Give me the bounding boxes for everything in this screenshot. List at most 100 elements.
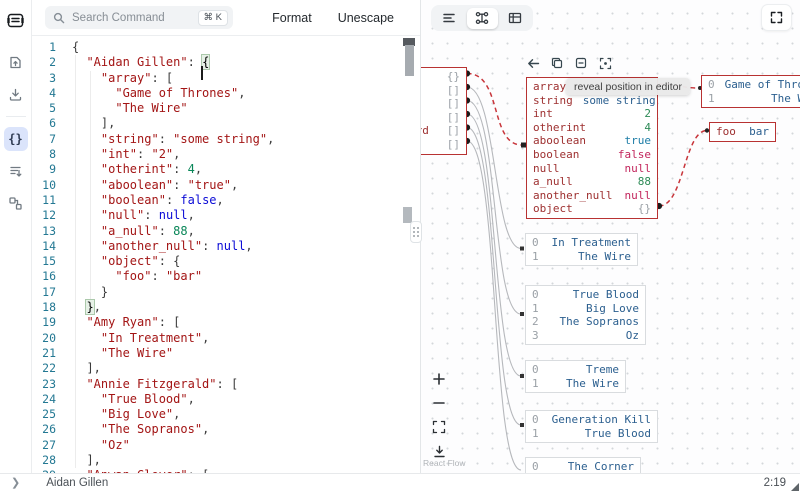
code-line[interactable]: "otherint": 4, bbox=[72, 162, 274, 177]
game-of-thrones-node[interactable]: 0Game of Thrones1The Wire bbox=[701, 75, 800, 108]
line-number: 13 bbox=[32, 224, 56, 239]
line-number: 7 bbox=[32, 132, 56, 147]
editor-header: Search Command ⌘ K Format Unescape bbox=[32, 0, 420, 36]
graph-view-icon bbox=[475, 11, 489, 25]
code-line[interactable]: "Annie Fitzgerald": [ bbox=[72, 377, 274, 392]
node-row: Alexander Skarsgard[] bbox=[421, 124, 466, 138]
code-line[interactable]: "Game of Thrones", bbox=[72, 86, 274, 101]
back-arrow-icon[interactable] bbox=[526, 56, 540, 70]
code-line[interactable]: "Big Love", bbox=[72, 407, 274, 422]
search-icon bbox=[53, 12, 65, 24]
code-line[interactable]: ], bbox=[72, 116, 274, 131]
code-line[interactable]: "null": null, bbox=[72, 208, 274, 223]
code-line[interactable]: "The Wire" bbox=[72, 346, 274, 361]
line-number: 1 bbox=[32, 40, 56, 55]
app-logo[interactable] bbox=[4, 8, 28, 32]
code-line[interactable]: "True Blood", bbox=[72, 392, 274, 407]
download-icon[interactable] bbox=[4, 82, 28, 106]
cursor-position: 2:19 bbox=[764, 477, 786, 489]
transform-nodes-icon[interactable] bbox=[4, 191, 28, 215]
zoom-out-button[interactable] bbox=[429, 394, 449, 412]
list-view-icon bbox=[442, 12, 456, 24]
code-line[interactable]: "boolean": false, bbox=[72, 193, 274, 208]
code-line[interactable]: "The Sopranos", bbox=[72, 422, 274, 437]
code-line[interactable]: }, bbox=[72, 300, 274, 315]
code-line[interactable]: "foo": "bar" bbox=[72, 269, 274, 284]
line-number: 17 bbox=[32, 285, 56, 300]
line-number: 10 bbox=[32, 178, 56, 193]
panel-resize-handle[interactable] bbox=[410, 221, 422, 243]
status-bar: ❯ Aidan Gillen 2:19 bbox=[0, 473, 800, 492]
aidan-gillen-node[interactable]: array[]stringsome stringint2otherint4abo… bbox=[526, 77, 658, 219]
code-line[interactable]: "a_null": 88, bbox=[72, 224, 274, 239]
code-line[interactable]: "object": { bbox=[72, 254, 274, 269]
collapse-node-icon[interactable] bbox=[574, 56, 588, 70]
app-window: {} Search Command ⌘ K Format U bbox=[0, 0, 800, 492]
root-object-node[interactable]: Aidan Gillen{}Amy Ryan[]Annie Fitzgerald… bbox=[421, 67, 467, 155]
line-number: 15 bbox=[32, 254, 56, 269]
code-line[interactable]: "The Wire" bbox=[72, 101, 274, 116]
sort-icon[interactable] bbox=[4, 159, 28, 183]
code-line[interactable]: "Amy Ryan": [ bbox=[72, 315, 274, 330]
unescape-button[interactable]: Unescape bbox=[338, 11, 394, 25]
node-row: otherint4 bbox=[527, 121, 657, 135]
editor-scrollbar-thumb[interactable] bbox=[405, 45, 414, 76]
node-toolbar bbox=[526, 56, 612, 70]
node-row: 1The Wire bbox=[702, 92, 800, 106]
amy-ryan-array-node[interactable]: 0In Treatment1The Wire bbox=[525, 233, 638, 266]
alice-farmer-array-node[interactable]: 0The Corner bbox=[525, 457, 641, 473]
graph-canvas[interactable]: reveal position in editor Aidan Gillen{}… bbox=[421, 0, 800, 473]
line-number: 9 bbox=[32, 162, 56, 177]
copy-icon[interactable] bbox=[550, 56, 564, 70]
window-resize-handle[interactable] bbox=[791, 483, 799, 491]
fullscreen-button[interactable] bbox=[761, 4, 792, 31]
node-row: int2 bbox=[527, 107, 657, 121]
node-row: Alice Farmer[] bbox=[421, 138, 466, 152]
zoom-in-button[interactable] bbox=[429, 370, 449, 388]
format-button[interactable]: Format bbox=[272, 11, 312, 25]
json-code-editor[interactable]: 1234567891011121314151617181920212223242… bbox=[32, 36, 420, 473]
line-number: 2 bbox=[32, 55, 56, 70]
code-line[interactable]: } bbox=[72, 285, 274, 300]
code-line[interactable]: { bbox=[72, 40, 274, 55]
code-line[interactable]: ], bbox=[72, 453, 274, 468]
line-number: 11 bbox=[32, 193, 56, 208]
node-row: a_null88 bbox=[527, 175, 657, 189]
code-line[interactable]: "int": "2", bbox=[72, 147, 274, 162]
code-line[interactable]: "another_null": null, bbox=[72, 239, 274, 254]
node-row: another_nullnull bbox=[527, 189, 657, 203]
alexander-skarsgard-array-node[interactable]: 0Generation Kill1True Blood bbox=[525, 410, 658, 443]
overview-ruler-mark bbox=[403, 207, 412, 223]
list-view-button[interactable] bbox=[434, 8, 465, 29]
activity-sidebar: {} bbox=[0, 0, 32, 473]
search-input[interactable]: Search Command ⌘ K bbox=[45, 6, 233, 29]
line-number: 16 bbox=[32, 269, 56, 284]
anwan-glover-array-node[interactable]: 0Treme1The Wire bbox=[525, 360, 626, 393]
code-line[interactable]: "aboolean": "true", bbox=[72, 178, 274, 193]
code-line[interactable]: ], bbox=[72, 361, 274, 376]
node-row: 1Big Love bbox=[526, 302, 645, 316]
chevron-right-icon[interactable]: ❯ bbox=[11, 478, 20, 489]
code-lines: { "Aidan Gillen": { "array": [ "Game of … bbox=[72, 40, 274, 473]
code-line[interactable]: "Oz" bbox=[72, 438, 274, 453]
node-row: 0The Corner bbox=[526, 460, 640, 473]
annie-fitzgerald-array-node[interactable]: 0True Blood1Big Love2The Sopranos3Oz bbox=[525, 285, 646, 345]
node-row: nullnull bbox=[527, 162, 657, 176]
node-row: stringsome string bbox=[527, 94, 657, 108]
import-file-icon[interactable] bbox=[4, 50, 28, 74]
table-view-button[interactable] bbox=[500, 8, 531, 29]
flow-controls bbox=[429, 370, 451, 460]
code-line[interactable]: "In Treatment", bbox=[72, 331, 274, 346]
code-line[interactable]: "array": [ bbox=[72, 71, 274, 86]
json-braces-icon[interactable]: {} bbox=[4, 127, 28, 151]
fit-view-button[interactable] bbox=[429, 418, 449, 436]
graph-view-button[interactable] bbox=[467, 8, 498, 29]
focus-node-icon[interactable] bbox=[598, 56, 612, 70]
code-line[interactable]: "string": "some string", bbox=[72, 132, 274, 147]
line-number: 28 bbox=[32, 453, 56, 468]
foo-bar-node[interactable]: foobar bbox=[709, 122, 776, 142]
node-row: 0Game of Thrones bbox=[702, 78, 800, 92]
node-row: 0True Blood bbox=[526, 288, 645, 302]
code-line[interactable]: "Aidan Gillen": { bbox=[72, 55, 274, 70]
line-number: 3 bbox=[32, 71, 56, 86]
